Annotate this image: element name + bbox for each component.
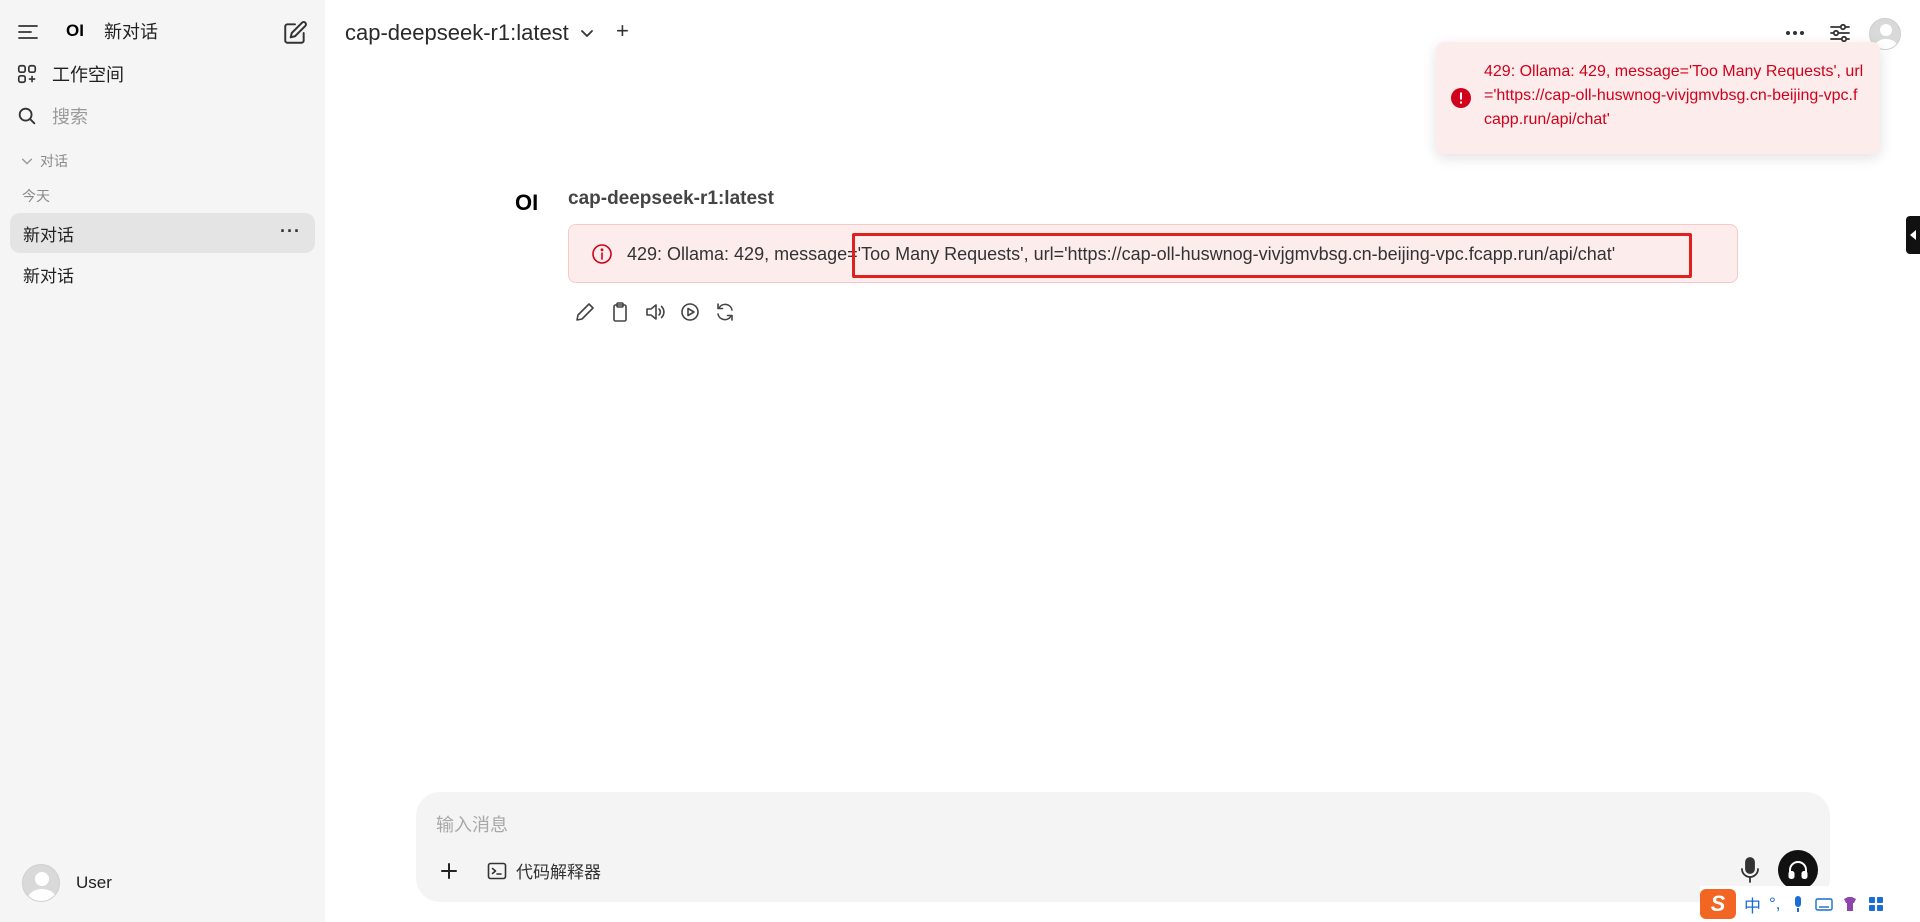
folder-label: 对话 [40, 153, 68, 169]
message-input[interactable] [436, 810, 1736, 840]
sidebar-search[interactable]: 搜索 [16, 100, 88, 132]
error-message-box: 429: Ollama: 429, message='Too Many Requ… [568, 224, 1738, 283]
error-icon [1451, 88, 1471, 108]
sidebar-item-workspace[interactable]: 工作空间 [16, 58, 124, 90]
search-icon [18, 107, 36, 125]
side-panel-toggle[interactable] [1906, 216, 1920, 254]
chat-item[interactable]: 新对话 [10, 254, 315, 294]
edit-pencil-icon[interactable] [574, 301, 596, 323]
app-logo: OI [66, 21, 84, 40]
workspace-label: 工作空间 [52, 65, 124, 85]
menu-icon[interactable] [16, 20, 40, 44]
terminal-icon [487, 862, 507, 879]
info-circle-icon [592, 244, 612, 264]
chat-input-container: 代码解释器 [416, 792, 1830, 902]
code-interpreter-button[interactable]: 代码解释器 [486, 858, 601, 883]
microphone-icon[interactable] [1738, 856, 1762, 884]
add-model-button[interactable]: + [616, 20, 634, 42]
new-chat-edit-icon[interactable] [282, 20, 308, 46]
model-selector[interactable]: cap-deepseek-r1:latest [345, 20, 595, 46]
code-interpreter-label: 代码解释器 [516, 863, 601, 882]
message-model-name: cap-deepseek-r1:latest [568, 188, 774, 209]
sidebar-header: OI 新对话 [0, 14, 325, 50]
message-actions [574, 301, 749, 323]
sogou-logo[interactable]: S [1700, 889, 1736, 919]
model-name: cap-deepseek-r1:latest [345, 20, 569, 45]
chat-item-active[interactable]: 新对话 ··· [10, 213, 315, 253]
ime-toolbar: S 中 °, [1700, 886, 1920, 922]
chat-item-title: 新对话 [23, 225, 74, 245]
regenerate-icon[interactable] [714, 301, 736, 323]
play-circle-icon[interactable] [679, 301, 701, 323]
new-chat-title[interactable]: 新对话 [104, 20, 158, 44]
copy-clipboard-icon[interactable] [609, 301, 631, 323]
ime-language[interactable]: 中 [1744, 892, 1761, 917]
ime-grid-icon[interactable] [1867, 895, 1885, 913]
ime-punctuation[interactable]: °, [1769, 894, 1781, 914]
model-logo: OI [515, 190, 539, 215]
user-menu[interactable]: User [22, 864, 112, 902]
plus-icon[interactable] [436, 858, 462, 884]
voice-mode-button[interactable] [1778, 850, 1818, 890]
caret-left-icon [1910, 230, 1916, 240]
chat-item-title: 新对话 [23, 266, 74, 286]
headphones-icon [1788, 861, 1808, 879]
app-root: OI 新对话 工作空间 搜索 对话 今天 新对话 ··· 新对话 User ca… [0, 0, 1920, 922]
ime-keyboard-icon[interactable] [1814, 895, 1833, 913]
ime-skin-icon[interactable] [1841, 895, 1859, 913]
workspace-icon [17, 64, 37, 84]
sidebar: OI 新对话 工作空间 搜索 对话 今天 新对话 ··· 新对话 User [0, 0, 325, 922]
chevron-down-icon [580, 30, 593, 37]
error-message-text: 429: Ollama: 429, message='Too Many Requ… [627, 244, 1616, 264]
folder-toggle-chats[interactable]: 对话 [20, 151, 68, 171]
avatar [22, 864, 60, 902]
chevron-down-icon [21, 158, 33, 165]
error-toast: 429: Ollama: 429, message='Too Many Requ… [1436, 42, 1880, 154]
speaker-icon[interactable] [644, 301, 666, 323]
group-label-today: 今天 [22, 188, 50, 204]
chat-more-button[interactable]: ··· [280, 221, 301, 242]
ime-mic-icon[interactable] [1789, 895, 1807, 913]
user-name: User [76, 873, 112, 892]
toast-message: 429: Ollama: 429, message='Too Many Requ… [1484, 63, 1864, 128]
search-placeholder: 搜索 [52, 107, 88, 127]
